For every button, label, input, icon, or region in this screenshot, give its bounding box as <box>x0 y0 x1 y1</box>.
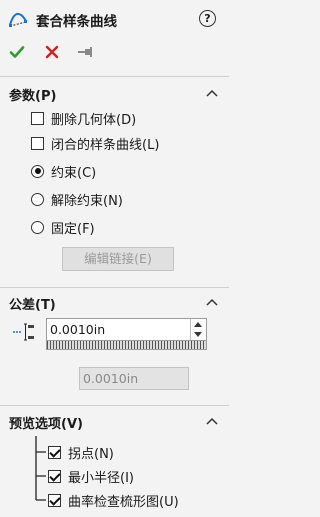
delete-geometry-checkbox[interactable]: 删除几何体(D) <box>31 109 137 128</box>
closed-spline-checkbox[interactable]: 闭合的样条曲线(L) <box>31 134 160 153</box>
page-title: 套合样条曲线 <box>36 14 117 30</box>
tolerance-value[interactable]: 0.0010in <box>50 322 105 337</box>
section-title-params: 参数(P) <box>9 89 57 104</box>
chevron-up-icon[interactable] <box>206 298 218 306</box>
fit-spline-icon <box>9 13 27 27</box>
radio-fixed[interactable]: 固定(F) <box>31 218 95 237</box>
min-radius-checkbox[interactable]: 最小半径(I) <box>48 467 134 486</box>
tolerance-icon <box>13 323 34 341</box>
checkbox-box[interactable] <box>48 469 61 483</box>
tolerance-result-field: 0.0010in <box>79 367 189 390</box>
tree-connector <box>35 436 46 501</box>
radio-unconstrained[interactable]: 解除约束(N) <box>31 190 123 209</box>
cancel-x-icon[interactable] <box>45 45 59 59</box>
section-title-preview: 预览选项(V) <box>9 417 83 432</box>
tolerance-input[interactable]: 0.0010in <box>46 318 207 341</box>
section-divider <box>0 287 229 288</box>
checkbox-box[interactable] <box>48 445 61 459</box>
section-divider <box>0 405 229 406</box>
radio-label: 固定(F) <box>51 221 95 237</box>
curvature-comb-checkbox[interactable]: 曲率检查梳形图(U) <box>48 491 179 510</box>
preview-option-label: 拐点(N) <box>68 446 114 462</box>
preview-option-label: 曲率检查梳形图(U) <box>68 494 179 510</box>
spin-up-icon[interactable] <box>194 322 202 327</box>
ok-check-icon[interactable] <box>9 44 25 60</box>
radio-label: 解除约束(N) <box>51 193 123 209</box>
section-title-tolerance: 公差(T) <box>9 298 56 313</box>
radio-button[interactable] <box>31 192 44 206</box>
pin-icon[interactable] <box>77 45 93 59</box>
section-divider <box>0 76 229 77</box>
chevron-up-icon[interactable] <box>206 417 218 425</box>
delete-geometry-label: 删除几何体(D) <box>51 112 137 128</box>
inflection-points-checkbox[interactable]: 拐点(N) <box>48 443 114 462</box>
radio-button[interactable] <box>31 220 44 234</box>
chevron-up-icon[interactable] <box>206 89 218 97</box>
help-icon[interactable]: ? <box>199 10 216 27</box>
checkbox-box[interactable] <box>31 136 44 150</box>
spin-down-icon[interactable] <box>194 332 202 337</box>
thumbwheel-slider[interactable] <box>46 341 207 350</box>
property-manager-header: 套合样条曲线 ? <box>0 0 229 38</box>
checkbox-box[interactable] <box>48 493 61 507</box>
closed-spline-label: 闭合的样条曲线(L) <box>51 137 160 153</box>
edit-link-button[interactable]: 编辑链接(E) <box>62 247 174 271</box>
preview-option-label: 最小半径(I) <box>68 470 134 486</box>
radio-label: 约束(C) <box>51 165 97 181</box>
radio-constrained[interactable]: 约束(C) <box>31 162 97 181</box>
checkbox-box[interactable] <box>31 111 44 125</box>
radio-button[interactable] <box>31 164 44 178</box>
spin-buttons[interactable] <box>190 319 206 340</box>
